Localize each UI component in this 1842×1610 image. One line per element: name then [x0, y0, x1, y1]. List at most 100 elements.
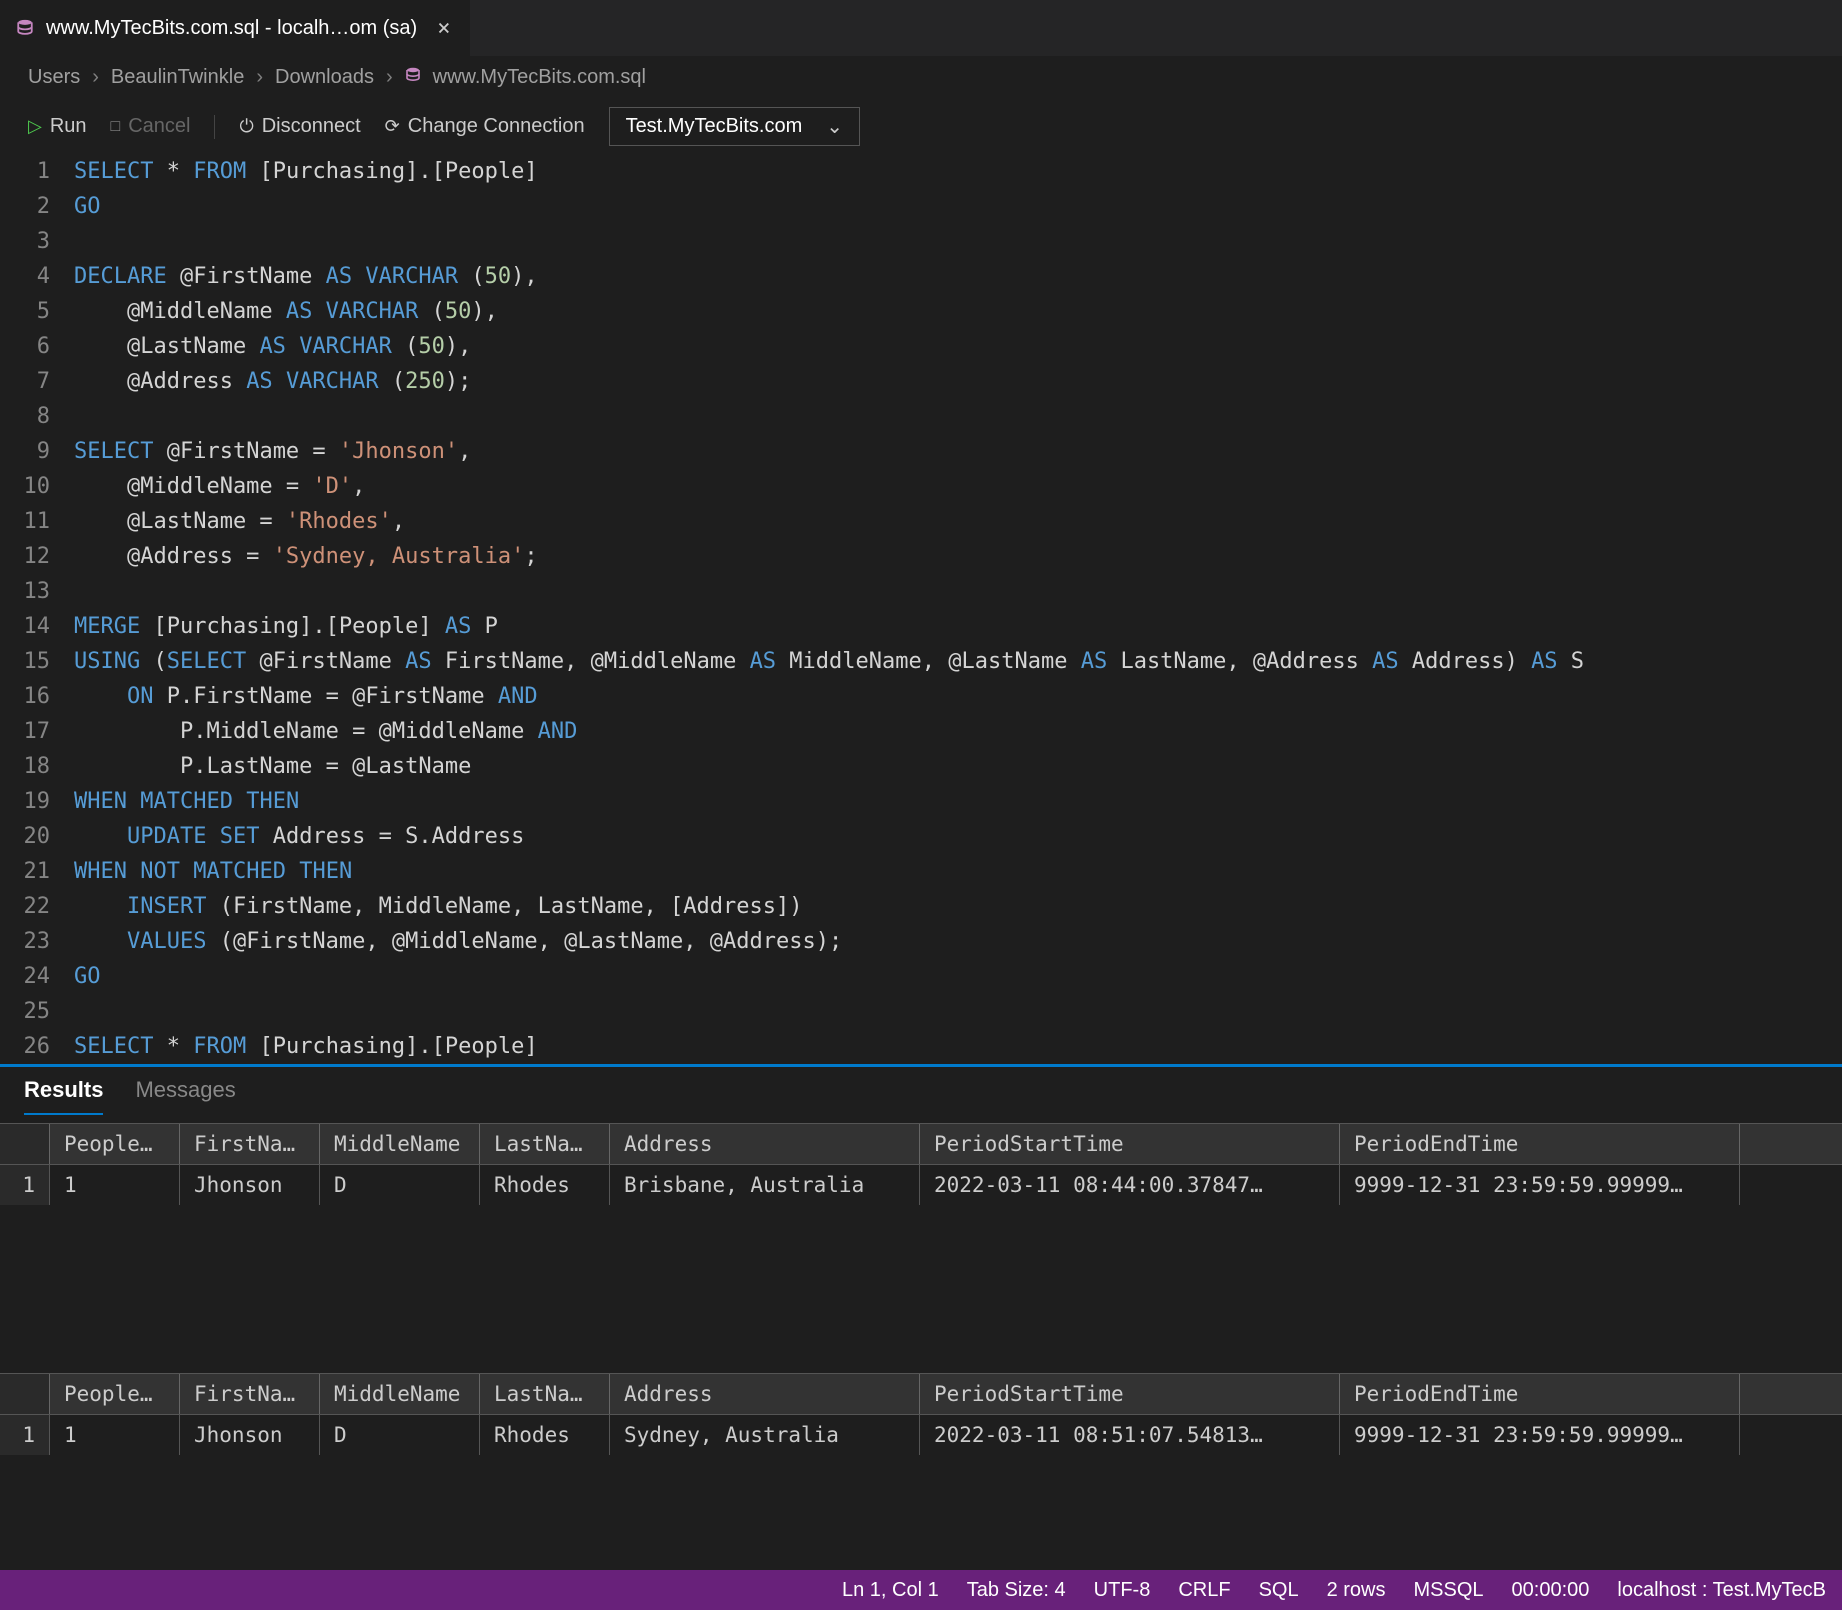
change-connection-label: Change Connection [408, 115, 585, 138]
line-number: 2 [12, 189, 50, 224]
column-header[interactable]: PeopleID [50, 1374, 180, 1414]
status-server[interactable]: MSSQL [1414, 1579, 1484, 1602]
column-header[interactable]: MiddleName [320, 1374, 480, 1414]
column-header[interactable]: PeriodEndTime [1340, 1374, 1740, 1414]
line-number: 18 [12, 749, 50, 784]
line-number: 1 [12, 154, 50, 189]
breadcrumb-item[interactable]: BeaulinTwinkle [111, 66, 244, 89]
code-line[interactable]: ON P.FirstName = @FirstName AND [74, 679, 1842, 714]
tab-messages[interactable]: Messages [135, 1077, 235, 1115]
code-line[interactable]: @Address = 'Sydney, Australia'; [74, 539, 1842, 574]
line-number: 10 [12, 469, 50, 504]
table-cell[interactable]: D [320, 1415, 480, 1455]
code-line[interactable]: SELECT * FROM [Purchasing].[People] [74, 154, 1842, 189]
breadcrumb-item[interactable]: www.MyTecBits.com.sql [433, 66, 646, 89]
line-number: 23 [12, 924, 50, 959]
status-connection[interactable]: localhost : Test.MyTecB [1617, 1579, 1826, 1602]
code-line[interactable]: GO [74, 189, 1842, 224]
code-line[interactable]: @LastName = 'Rhodes', [74, 504, 1842, 539]
row-number-header[interactable] [0, 1374, 50, 1414]
column-header[interactable]: PeriodStartTime [920, 1124, 1340, 1164]
table-cell[interactable]: 9999-12-31 23:59:59.99999… [1340, 1165, 1740, 1205]
column-header[interactable]: Address [610, 1124, 920, 1164]
chevron-right-icon: › [386, 66, 393, 89]
code-line[interactable]: WHEN NOT MATCHED THEN [74, 854, 1842, 889]
code-line[interactable]: P.MiddleName = @MiddleName AND [74, 714, 1842, 749]
code-line[interactable]: @Address AS VARCHAR (250); [74, 364, 1842, 399]
status-tab-size[interactable]: Tab Size: 4 [967, 1579, 1066, 1602]
table-cell[interactable]: 2022-03-11 08:51:07.54813… [920, 1415, 1340, 1455]
code-editor[interactable]: 1234567891011121314151617181920212223242… [0, 154, 1842, 1064]
status-ln-col[interactable]: Ln 1, Col 1 [842, 1579, 939, 1602]
disconnect-button[interactable]: ⏻ Disconnect [239, 115, 360, 138]
run-button[interactable]: ▷ Run [28, 115, 87, 138]
grid-header: PeopleIDFirstNameMiddleNameLastNameAddre… [0, 1373, 1842, 1415]
code-line[interactable]: INSERT (FirstName, MiddleName, LastName,… [74, 889, 1842, 924]
table-cell[interactable]: D [320, 1165, 480, 1205]
column-header[interactable]: PeriodStartTime [920, 1374, 1340, 1414]
code-line[interactable] [74, 224, 1842, 259]
line-number: 16 [12, 679, 50, 714]
table-cell[interactable]: 1 [50, 1165, 180, 1205]
code-line[interactable]: SELECT * FROM [Purchasing].[People] [74, 1029, 1842, 1064]
row-number: 1 [0, 1415, 50, 1455]
code-line[interactable] [74, 994, 1842, 1029]
breadcrumb-item[interactable]: Users [28, 66, 80, 89]
code-line[interactable]: @MiddleName = 'D', [74, 469, 1842, 504]
table-row[interactable]: 11JhonsonDRhodesSydney, Australia2022-03… [0, 1415, 1842, 1455]
column-header[interactable]: PeriodEndTime [1340, 1124, 1740, 1164]
table-cell[interactable]: Rhodes [480, 1415, 610, 1455]
table-cell[interactable]: 1 [50, 1415, 180, 1455]
database-select[interactable]: Test.MyTecBits.com ⌄ [609, 107, 860, 146]
column-header[interactable]: Address [610, 1374, 920, 1414]
status-eol[interactable]: CRLF [1178, 1579, 1230, 1602]
tab-results[interactable]: Results [24, 1077, 103, 1115]
table-cell[interactable]: 2022-03-11 08:44:00.37847… [920, 1165, 1340, 1205]
tab-title: www.MyTecBits.com.sql - localh…om (sa) [46, 17, 417, 40]
column-header[interactable]: PeopleID [50, 1124, 180, 1164]
code-line[interactable] [74, 574, 1842, 609]
table-cell[interactable]: Jhonson [180, 1165, 320, 1205]
table-cell[interactable]: Rhodes [480, 1165, 610, 1205]
column-header[interactable]: FirstName [180, 1374, 320, 1414]
table-cell[interactable]: Jhonson [180, 1415, 320, 1455]
code-line[interactable] [74, 399, 1842, 434]
code-line[interactable]: @LastName AS VARCHAR (50), [74, 329, 1842, 364]
status-time[interactable]: 00:00:00 [1512, 1579, 1590, 1602]
breadcrumb-item[interactable]: Downloads [275, 66, 374, 89]
code-line[interactable]: UPDATE SET Address = S.Address [74, 819, 1842, 854]
line-number: 22 [12, 889, 50, 924]
chevron-down-icon: ⌄ [826, 114, 843, 139]
column-header[interactable]: LastName [480, 1374, 610, 1414]
line-number: 24 [12, 959, 50, 994]
line-number: 4 [12, 259, 50, 294]
code-line[interactable]: P.LastName = @LastName [74, 749, 1842, 784]
column-header[interactable]: FirstName [180, 1124, 320, 1164]
editor-tab[interactable]: www.MyTecBits.com.sql - localh…om (sa) × [0, 0, 471, 56]
table-cell[interactable]: Sydney, Australia [610, 1415, 920, 1455]
row-number-header[interactable] [0, 1124, 50, 1164]
line-number: 5 [12, 294, 50, 329]
code-line[interactable]: GO [74, 959, 1842, 994]
code-line[interactable]: MERGE [Purchasing].[People] AS P [74, 609, 1842, 644]
table-cell[interactable]: Brisbane, Australia [610, 1165, 920, 1205]
status-rows[interactable]: 2 rows [1327, 1579, 1386, 1602]
status-bar: Ln 1, Col 1 Tab Size: 4 UTF-8 CRLF SQL 2… [0, 1570, 1842, 1610]
status-encoding[interactable]: UTF-8 [1094, 1579, 1151, 1602]
code-content[interactable]: SELECT * FROM [Purchasing].[People]GODEC… [74, 154, 1842, 1064]
line-number: 25 [12, 994, 50, 1029]
table-row[interactable]: 11JhonsonDRhodesBrisbane, Australia2022-… [0, 1165, 1842, 1205]
change-connection-button[interactable]: ⟳ Change Connection [385, 115, 585, 138]
close-icon[interactable]: × [437, 16, 450, 41]
cancel-button[interactable]: □ Cancel [111, 115, 191, 138]
code-line[interactable]: USING (SELECT @FirstName AS FirstName, @… [74, 644, 1842, 679]
status-lang[interactable]: SQL [1259, 1579, 1299, 1602]
code-line[interactable]: @MiddleName AS VARCHAR (50), [74, 294, 1842, 329]
code-line[interactable]: DECLARE @FirstName AS VARCHAR (50), [74, 259, 1842, 294]
column-header[interactable]: MiddleName [320, 1124, 480, 1164]
code-line[interactable]: VALUES (@FirstName, @MiddleName, @LastNa… [74, 924, 1842, 959]
code-line[interactable]: SELECT @FirstName = 'Jhonson', [74, 434, 1842, 469]
column-header[interactable]: LastName [480, 1124, 610, 1164]
table-cell[interactable]: 9999-12-31 23:59:59.99999… [1340, 1415, 1740, 1455]
code-line[interactable]: WHEN MATCHED THEN [74, 784, 1842, 819]
